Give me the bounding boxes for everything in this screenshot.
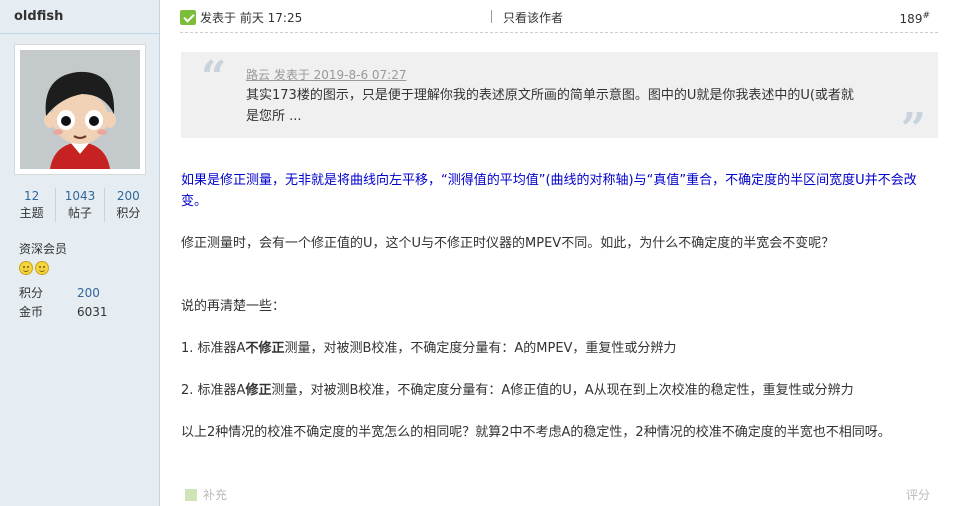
points-value[interactable]: 200 [77, 286, 100, 300]
quote-block: “ 路云 发表于 2019-8-6 07:27 其实173楼的图示，只是便于理解… [181, 52, 938, 152]
post-paragraph: 如果是修正测量，无非就是将曲线向左平移，“测得值的平均值”(曲线的对称轴)与“真… [181, 173, 917, 209]
post-paragraph: 2. 标准器A修正测量，对被测B校准，不确定度分量有：A修正值的U，A从现在到上… [181, 380, 941, 401]
add-supplement-button[interactable]: 补充 [185, 486, 227, 503]
bold-text: 不修正 [245, 341, 285, 356]
coins-value: 6031 [77, 305, 108, 319]
text-span: 测量，对被测B校准，不确定度分量有：A的MPEV，重复性或分辨力 [284, 341, 677, 356]
quote-header-link[interactable]: 路云 发表于 2019-8-6 07:27 [246, 66, 407, 83]
points-row: 积分 200 [19, 284, 100, 301]
rate-button[interactable]: 评分 [906, 486, 930, 503]
smiley-medal-icon[interactable] [35, 261, 49, 275]
author-stats: 12 主题 1043 帖子 200 积分 [8, 188, 152, 222]
floor-mark: # [922, 11, 930, 21]
bold-text: 修正 [245, 383, 272, 398]
stat-points-label: 积分 [116, 206, 141, 220]
quote-close-icon: ” [900, 104, 926, 155]
stat-points-value[interactable]: 200 [105, 188, 152, 204]
floor-number-value: 189 [899, 12, 923, 26]
stat-posts-value[interactable]: 1043 [56, 188, 103, 204]
text-span: 1. 标准器A [181, 341, 246, 356]
author-name[interactable]: oldfish [14, 9, 63, 24]
post-paragraph: 1. 标准器A不修正测量，对被测B校准，不确定度分量有：A的MPEV，重复性或分… [181, 338, 941, 359]
points-label: 积分 [19, 286, 44, 300]
avatar-image [20, 50, 140, 169]
coins-row: 金币 6031 [19, 303, 108, 320]
smiley-medal-icon[interactable] [19, 261, 33, 275]
text-span: 2. 标准器A [181, 383, 246, 398]
text-span: 测量，对被测B校准，不确定度分量有：A修正值的U，A从现在到上次校准的稳定性，重… [271, 383, 854, 398]
user-group[interactable]: 资深会员 [19, 240, 67, 257]
floor-number[interactable]: 189# [900, 11, 930, 26]
avatar[interactable] [14, 44, 146, 175]
stat-posts-label: 帖子 [67, 206, 92, 220]
post-paragraph: 说的再清楚一些： [181, 299, 286, 314]
post-header: 发表于 前天 17:25 只看该作者 189# [180, 8, 938, 33]
post-time: 发表于 前天 17:25 [200, 11, 303, 25]
stat-points[interactable]: 200 积分 [105, 188, 152, 222]
add-supplement-label: 补充 [203, 488, 228, 502]
post-paragraph: 修正测量时，会有一个修正值的U，这个U与不修正时仪器的MPEV不同。如此，为什么… [181, 236, 835, 251]
author-sidebar: oldfish 12 主题 1043 帖子 200 积分 资深会员 积分 200… [0, 0, 160, 506]
medals [19, 261, 49, 275]
only-author-link[interactable]: 只看该作者 [503, 9, 563, 26]
quote-open-icon: “ [201, 52, 227, 103]
stat-threads-label: 主题 [19, 206, 44, 220]
pencil-icon [185, 489, 197, 501]
coins-label: 金币 [19, 305, 44, 319]
online-status-icon [180, 10, 196, 25]
stat-posts[interactable]: 1043 帖子 [56, 188, 105, 222]
stat-threads[interactable]: 12 主题 [8, 188, 57, 222]
divider [491, 10, 492, 23]
divider [0, 33, 160, 34]
quote-body: 其实173楼的图示，只是便于理解你我的表述原文所画的简单示意图。图中的U就是你我… [246, 88, 854, 124]
stat-threads-value[interactable]: 12 [8, 188, 55, 204]
post-paragraph: 以上2种情况的校准不确定度的半宽怎么的相同呢？就算2中不考虑A的稳定性，2种情况… [181, 425, 891, 440]
